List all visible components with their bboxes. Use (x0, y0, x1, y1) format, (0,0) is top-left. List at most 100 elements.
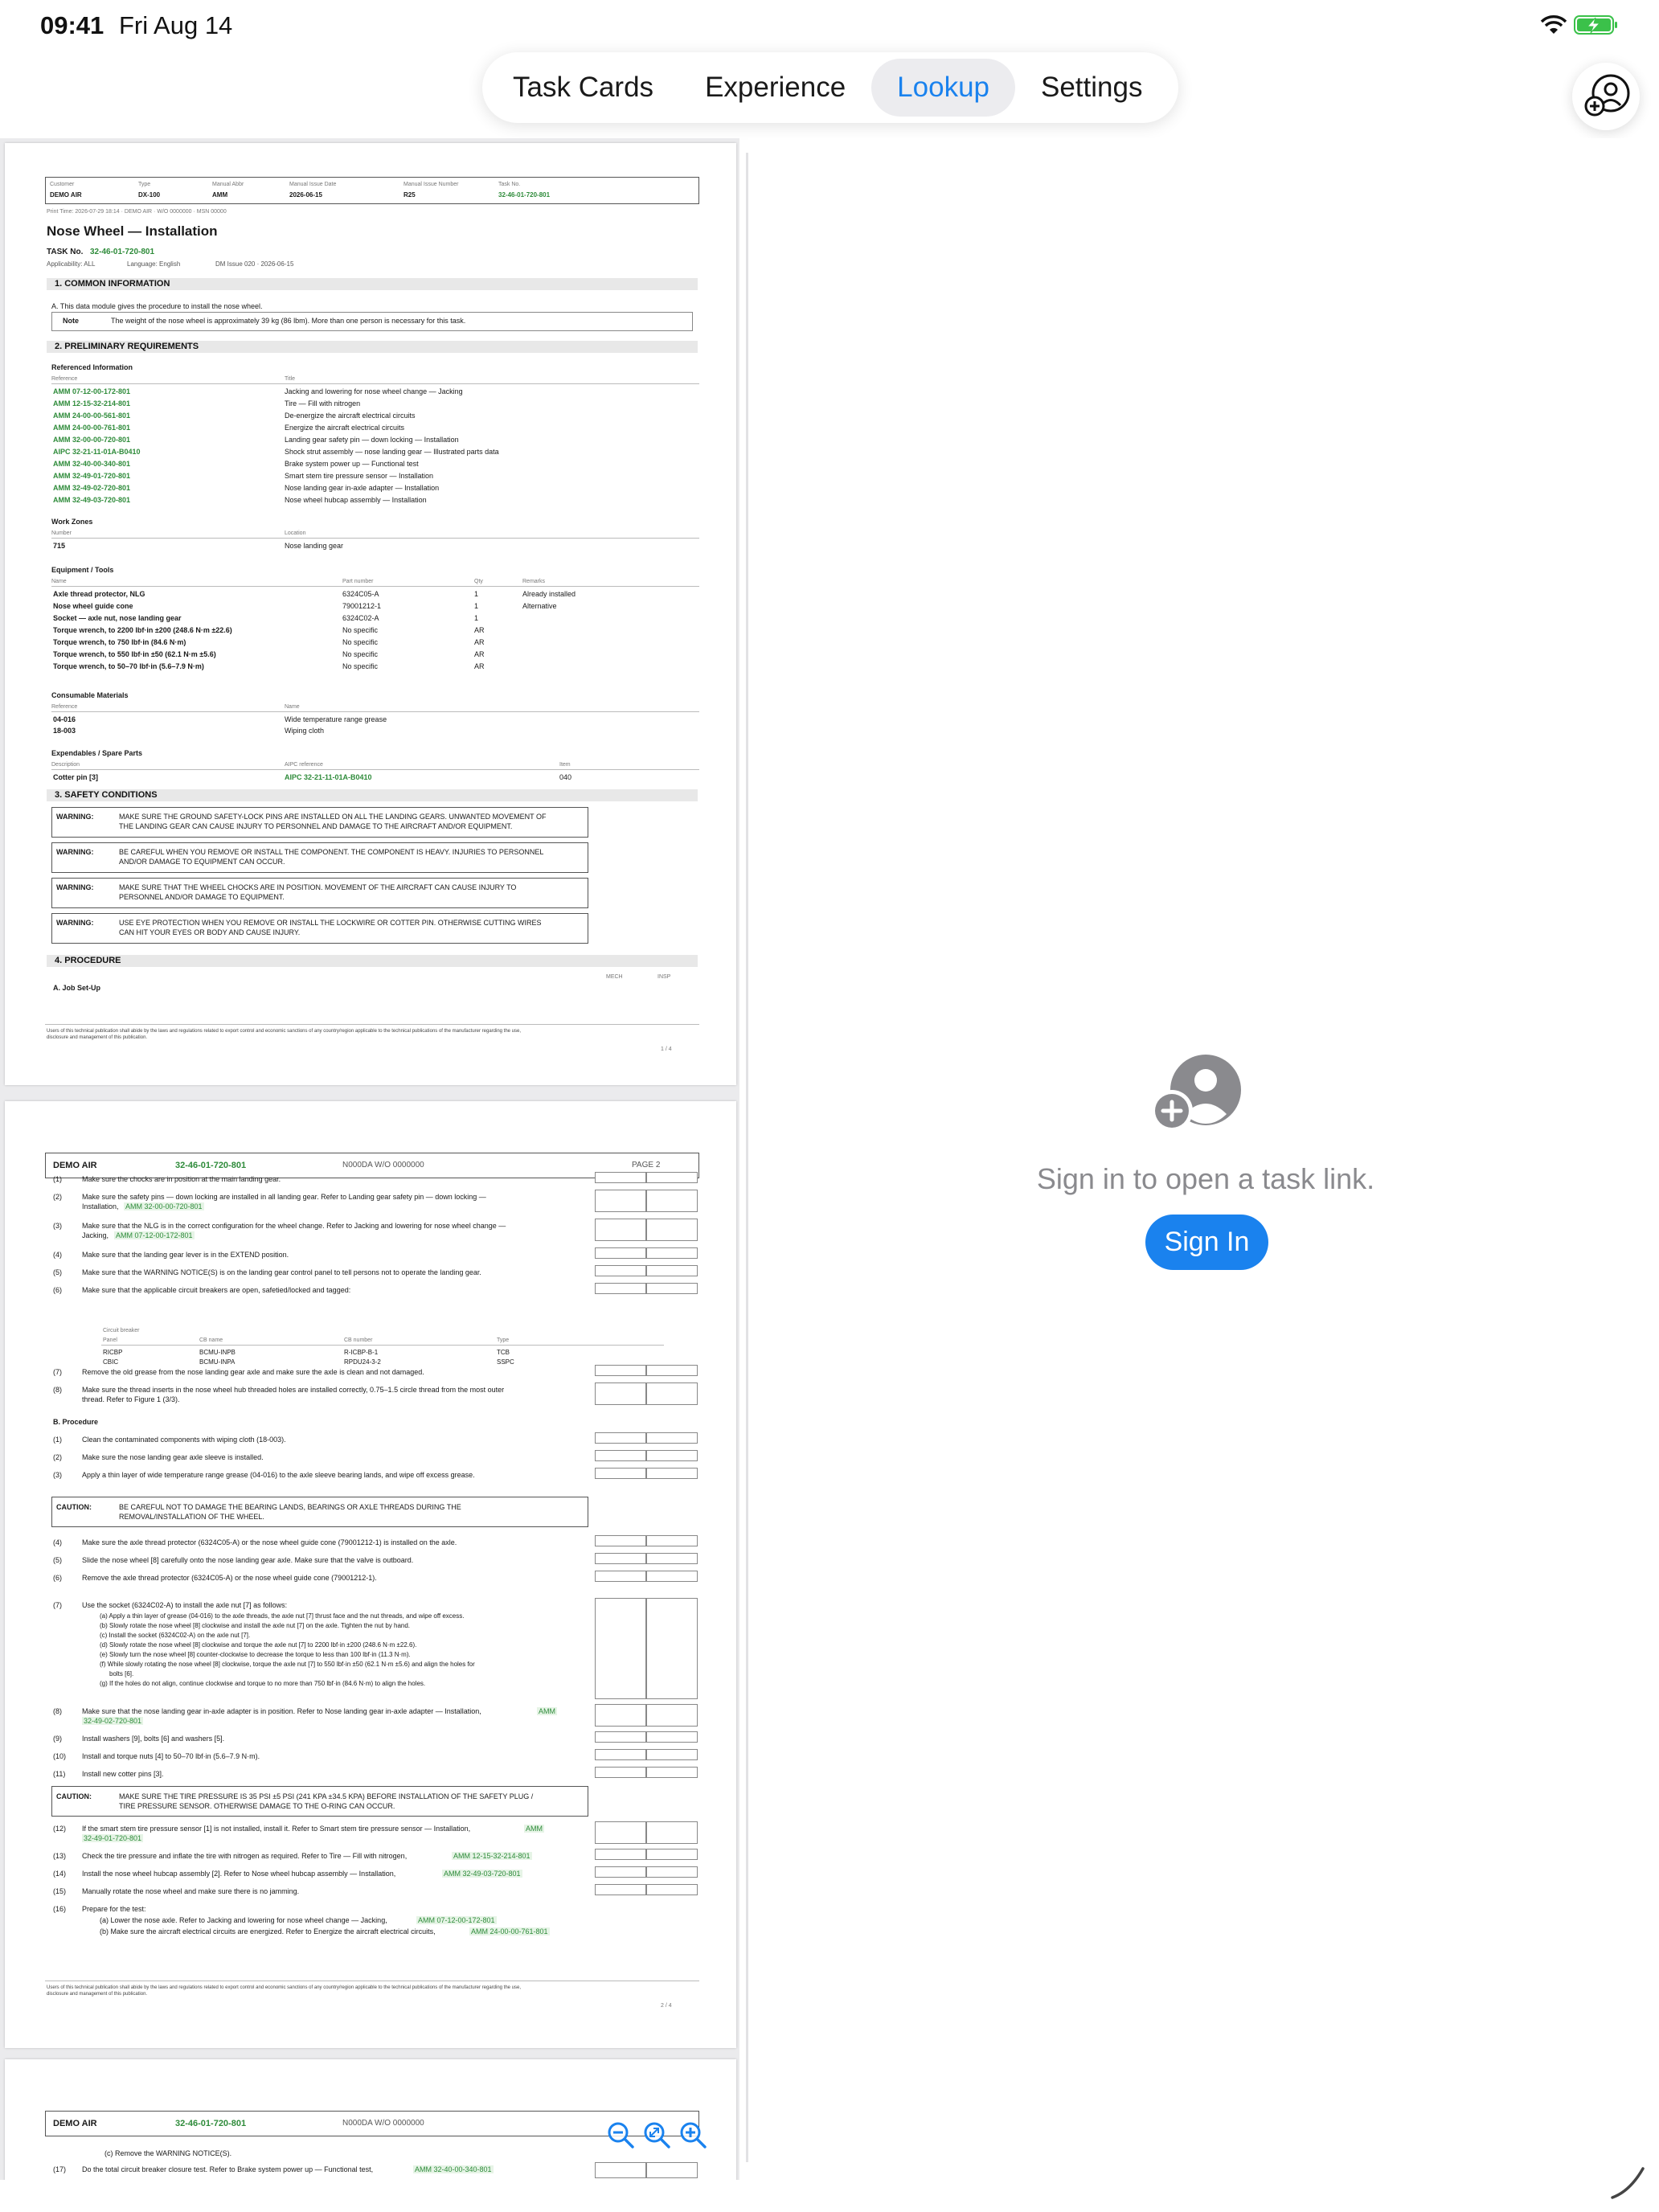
amm-link[interactable]: AMM 32-40-00-340-801 (413, 2165, 494, 2173)
insp-signoff-box[interactable] (646, 1219, 698, 1241)
reference-link[interactable]: AMM 32-40-00-340-801 (53, 460, 130, 468)
mech-signoff-box[interactable] (595, 1219, 646, 1241)
mech-signoff-box[interactable] (595, 1190, 646, 1212)
mech-signoff-box[interactable] (595, 2162, 646, 2178)
insp-signoff-box[interactable] (646, 1450, 698, 1461)
insp-signoff-box[interactable] (646, 1866, 698, 1878)
reference-link[interactable]: AMM 24-00-00-761-801 (53, 424, 130, 432)
tab-settings[interactable]: Settings (1015, 59, 1168, 117)
ref-col-reference: Reference (51, 376, 78, 382)
insp-signoff-box[interactable] (646, 1553, 698, 1564)
mech-signoff-box[interactable] (595, 1884, 646, 1895)
amm-link[interactable]: AMM (537, 1707, 557, 1715)
tab-experience[interactable]: Experience (679, 59, 871, 117)
battery-charging-icon (1574, 15, 1617, 35)
insp-signoff-box[interactable] (646, 1382, 698, 1405)
mech-signoff-box[interactable] (595, 1821, 646, 1844)
step-text: Make sure that the WARNING NOTICE(S) is … (82, 1268, 481, 1276)
applicability: Applicability: ALL (47, 260, 96, 268)
cb-rule (101, 1345, 664, 1346)
insp-signoff-box[interactable] (646, 1468, 698, 1479)
insp-signoff-box[interactable] (646, 2162, 698, 2178)
insp-signoff-box[interactable] (646, 1821, 698, 1844)
sign-in-button[interactable]: Sign In (1145, 1215, 1268, 1270)
mech-signoff-box[interactable] (595, 1553, 646, 1564)
mech-signoff-box[interactable] (595, 1571, 646, 1582)
amm-link[interactable]: AMM 32-00-00-720-801 (124, 1202, 204, 1210)
step-text: Install and torque nuts [4] to 50–70 lbf… (82, 1752, 260, 1760)
insp-signoff-box[interactable] (646, 1172, 698, 1183)
zoom-in-icon[interactable] (677, 2119, 709, 2151)
tab-lookup[interactable]: Lookup (871, 59, 1015, 117)
mech-signoff-box[interactable] (595, 1767, 646, 1778)
insp-signoff-box[interactable] (646, 1884, 698, 1895)
ref-header-rule (51, 383, 699, 384)
mech-signoff-box[interactable] (595, 1265, 646, 1276)
equipment-name: Torque wrench, to 2200 lbf·in ±200 (248.… (53, 626, 232, 634)
insp-signoff-box[interactable] (646, 1247, 698, 1259)
dm-issue: DM Issue 020 · 2026-06-15 (215, 260, 294, 268)
amm-link[interactable]: 32-49-01-720-801 (82, 1834, 144, 1842)
amm-link[interactable]: AMM 07-12-00-172-801 (114, 1231, 195, 1239)
insp-signoff-box[interactable] (646, 1432, 698, 1444)
document-viewer[interactable]: Customer Type Manual Abbr Manual Issue D… (0, 138, 739, 2180)
amm-link[interactable]: AMM 07-12-00-172-801 (416, 1916, 497, 1924)
mech-signoff-box[interactable] (595, 1432, 646, 1444)
consumable-ref: 04-016 (53, 715, 76, 723)
footer-line: Users of this technical publication shal… (47, 1029, 522, 1034)
insp-signoff-box[interactable] (646, 1704, 698, 1727)
amm-link[interactable]: AMM 12-15-32-214-801 (452, 1852, 532, 1860)
running-header-task[interactable]: 32-46-01-720-801 (175, 1161, 246, 1170)
amm-link[interactable]: AMM (524, 1825, 544, 1833)
mech-signoff-box[interactable] (595, 1749, 646, 1760)
mech-signoff-box[interactable] (595, 1468, 646, 1479)
insp-signoff-box[interactable] (646, 1265, 698, 1276)
reference-link[interactable]: AMM 32-49-01-720-801 (53, 472, 130, 480)
equipment-qty: AR (474, 650, 485, 658)
mech-signoff-box[interactable] (595, 1704, 646, 1727)
mech-signoff-box[interactable] (595, 1866, 646, 1878)
insp-signoff-box[interactable] (646, 1365, 698, 1376)
step-number: (3) (53, 1222, 62, 1230)
task-number[interactable]: 32-46-01-720-801 (90, 248, 154, 256)
insp-signoff-box[interactable] (646, 1731, 698, 1743)
reference-link[interactable]: AMM 32-00-00-720-801 (53, 436, 130, 444)
mech-signoff-box[interactable] (595, 1283, 646, 1294)
mech-signoff-box[interactable] (595, 1731, 646, 1743)
insp-signoff-box[interactable] (646, 1535, 698, 1546)
expendable-aipc-link[interactable]: AIPC 32-21-11-01A-B0410 (285, 773, 372, 781)
reference-link[interactable]: AIPC 32-21-11-01A-B0410 (53, 448, 141, 456)
reference-link[interactable]: AMM 12-15-32-214-801 (53, 399, 130, 408)
insp-signoff-box[interactable] (646, 1749, 698, 1760)
reference-link[interactable]: AMM 24-00-00-561-801 (53, 412, 130, 420)
insp-signoff-box[interactable] (646, 1283, 698, 1294)
mech-signoff-box[interactable] (595, 1247, 646, 1259)
mech-signoff-box[interactable] (595, 1365, 646, 1376)
pencil-scribble-icon[interactable] (1608, 2162, 1648, 2202)
insp-signoff-box[interactable] (646, 1190, 698, 1212)
insp-signoff-box[interactable] (646, 1571, 698, 1582)
reference-link[interactable]: AMM 07-12-00-172-801 (53, 387, 130, 395)
reference-link[interactable]: AMM 32-49-03-720-801 (53, 496, 130, 504)
insp-signoff-box[interactable] (646, 1849, 698, 1860)
zoom-reset-icon[interactable] (641, 2119, 673, 2151)
header-value-task[interactable]: 32-46-01-720-801 (498, 191, 550, 199)
zoom-out-icon[interactable] (604, 2119, 637, 2151)
tab-task-cards[interactable]: Task Cards (487, 59, 679, 117)
mech-signoff-box[interactable] (595, 1849, 646, 1860)
running-header-task[interactable]: 32-46-01-720-801 (175, 2119, 246, 2128)
mech-signoff-box[interactable] (595, 1382, 646, 1405)
mech-signoff-box[interactable] (595, 1450, 646, 1461)
person-add-icon (1584, 74, 1630, 117)
equipment-pn: 6324C02-A (342, 614, 379, 622)
mech-signoff-box[interactable] (595, 1172, 646, 1183)
insp-signoff-box[interactable] (646, 1598, 698, 1699)
reference-link[interactable]: AMM 32-49-02-720-801 (53, 484, 130, 492)
mech-signoff-box[interactable] (595, 1535, 646, 1546)
amm-link[interactable]: AMM 24-00-00-761-801 (469, 1927, 550, 1936)
insp-signoff-box[interactable] (646, 1767, 698, 1778)
amm-link[interactable]: AMM 32-49-03-720-801 (442, 1870, 522, 1878)
mech-signoff-box[interactable] (595, 1598, 646, 1699)
account-button[interactable] (1572, 63, 1640, 130)
amm-link[interactable]: 32-49-02-720-801 (82, 1717, 144, 1725)
